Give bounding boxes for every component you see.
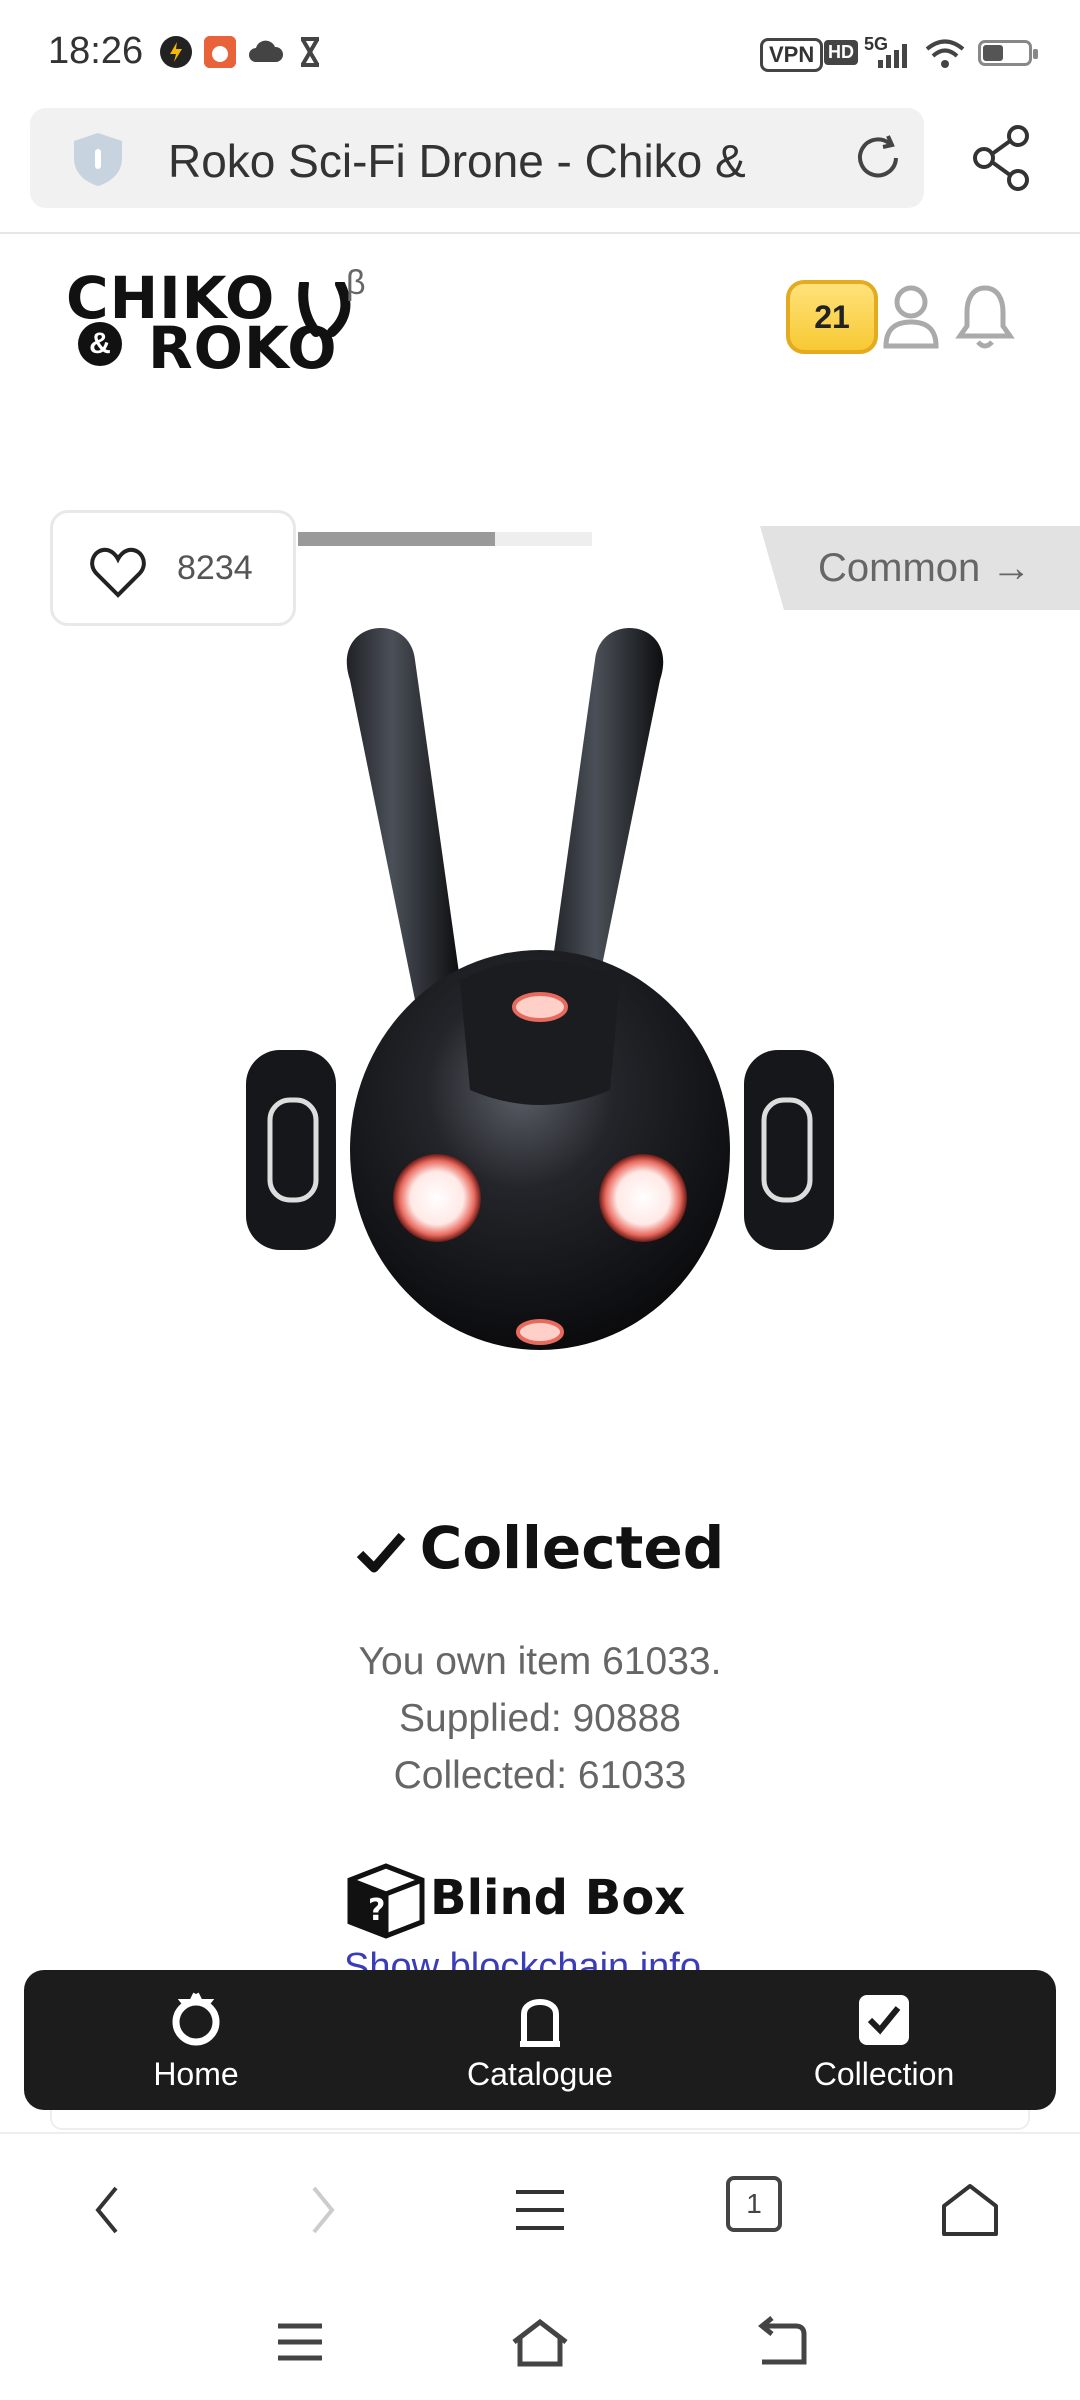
recent-apps-icon[interactable] bbox=[268, 2314, 332, 2370]
battery-icon bbox=[978, 40, 1038, 66]
system-back-icon[interactable] bbox=[750, 2314, 814, 2370]
tab-switcher[interactable]: 1 bbox=[726, 2176, 782, 2232]
forward-icon[interactable] bbox=[290, 2178, 354, 2242]
user-icon[interactable] bbox=[880, 282, 942, 350]
status-bar: 18:26 VPN HD 5G bbox=[0, 0, 1080, 100]
share-icon[interactable] bbox=[970, 124, 1034, 192]
hd-badge: HD bbox=[824, 40, 858, 65]
blind-box-label: Blind Box bbox=[430, 1870, 686, 1926]
catalogue-icon bbox=[520, 1999, 560, 2047]
progress-fill bbox=[298, 532, 495, 546]
nav-catalogue-label: Catalogue bbox=[467, 2056, 613, 2092]
drone-image bbox=[246, 627, 834, 1350]
home-icon[interactable] bbox=[938, 2178, 1002, 2242]
status-time: 18:26 bbox=[48, 30, 144, 72]
like-count: 8234 bbox=[177, 549, 253, 587]
header-divider bbox=[0, 232, 1080, 234]
bell-icon[interactable] bbox=[954, 282, 1016, 350]
alert-app-icon bbox=[204, 36, 236, 68]
nav-collection[interactable]: Collection bbox=[712, 1970, 1056, 2110]
menu-icon[interactable] bbox=[508, 2178, 572, 2242]
address-bar[interactable]: Roko Sci-Fi Drone - Chiko & bbox=[30, 108, 924, 208]
collected-label: Collected bbox=[419, 1514, 725, 1582]
beta-label: β bbox=[346, 264, 366, 302]
nav-collection-label: Collection bbox=[813, 2056, 955, 2092]
hourglass-icon bbox=[294, 36, 326, 68]
like-button[interactable]: 8234 bbox=[50, 510, 296, 626]
logo-ampersand: & bbox=[78, 322, 122, 366]
wifi-icon bbox=[924, 36, 966, 77]
collected-status: Collected bbox=[0, 1514, 1080, 1582]
system-nav-bar bbox=[0, 2282, 1080, 2400]
collection-check-icon bbox=[859, 1995, 909, 2045]
power-app-icon bbox=[160, 36, 192, 68]
nav-catalogue[interactable]: Catalogue bbox=[368, 1970, 712, 2110]
owned-text: You own item 61033. bbox=[358, 1640, 722, 1683]
system-home-icon[interactable] bbox=[508, 2314, 572, 2370]
collection-progress-bar bbox=[298, 532, 592, 546]
nav-home[interactable]: Home bbox=[24, 1970, 368, 2110]
blind-box-row: ? Blind Box bbox=[344, 1856, 764, 1940]
cloud-icon bbox=[248, 36, 284, 68]
supplied-text: Supplied: 90888 bbox=[399, 1697, 681, 1740]
reload-icon[interactable] bbox=[850, 130, 906, 186]
nav-shadow-strip bbox=[50, 2110, 1030, 2130]
back-icon[interactable] bbox=[76, 2178, 140, 2242]
checkmark-icon bbox=[356, 1532, 406, 1573]
rarity-tag[interactable]: Common → bbox=[760, 526, 1080, 610]
page-title[interactable]: Roko Sci-Fi Drone - Chiko & bbox=[168, 134, 858, 188]
home-gear-icon bbox=[172, 1992, 220, 2046]
coin-badge[interactable]: 21 bbox=[786, 280, 878, 354]
svg-text:?: ? bbox=[368, 1893, 385, 1928]
app-bottom-nav: Home Catalogue Collection bbox=[24, 1970, 1056, 2110]
shield-icon[interactable] bbox=[70, 130, 126, 188]
collected-count-text: Collected: 61033 bbox=[393, 1754, 687, 1797]
site-logo[interactable]: CHIKO & ROKO bbox=[62, 256, 382, 382]
nav-home-label: Home bbox=[153, 2056, 239, 2092]
heart-icon[interactable] bbox=[89, 545, 147, 599]
vpn-badge: VPN bbox=[760, 38, 824, 72]
box-icon: ? bbox=[347, 1863, 425, 1939]
browser-toolbar bbox=[0, 2132, 1080, 2282]
rarity-label: Common → bbox=[818, 546, 1032, 590]
